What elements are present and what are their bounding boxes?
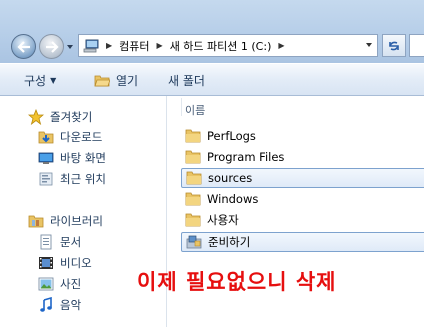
breadcrumb-separator-icon[interactable]: ▶ bbox=[278, 41, 284, 50]
computer-icon bbox=[83, 39, 99, 52]
breadcrumb-separator-icon[interactable]: ▶ bbox=[157, 41, 163, 50]
file-row-setup[interactable]: 준비하기 bbox=[181, 232, 424, 252]
nav-item-desktop[interactable]: 바탕 화면 bbox=[38, 150, 106, 166]
nav-item-label: 비디오 bbox=[60, 256, 92, 270]
music-icon bbox=[38, 297, 54, 313]
folder-icon bbox=[185, 213, 201, 227]
nav-item-label: 다운로드 bbox=[60, 130, 103, 144]
arrow-left-icon bbox=[16, 40, 30, 53]
annotation-text: 이제 필요없으니 삭제 bbox=[137, 270, 337, 294]
folder-icon bbox=[185, 150, 201, 164]
file-row-windows[interactable]: Windows bbox=[181, 189, 424, 209]
nav-item-label: 바탕 화면 bbox=[60, 151, 106, 165]
search-input[interactable] bbox=[409, 34, 424, 57]
nav-item-recent-places[interactable]: 최근 위치 bbox=[38, 171, 106, 187]
documents-icon bbox=[38, 234, 54, 250]
library-icon bbox=[28, 213, 44, 229]
recent-places-icon bbox=[38, 171, 54, 187]
nav-favorites[interactable]: 즐겨찾기 bbox=[28, 109, 92, 125]
open-label: 열기 bbox=[116, 74, 139, 88]
nav-libraries-label: 라이브러리 bbox=[50, 214, 103, 228]
file-name: 준비하기 bbox=[208, 235, 251, 249]
file-name: Windows bbox=[207, 192, 259, 206]
new-folder-label: 새 폴더 bbox=[168, 74, 205, 88]
nav-item-label: 문서 bbox=[60, 235, 82, 249]
chevron-down-icon: ▼ bbox=[50, 76, 57, 85]
command-toolbar: 구성 ▼ 열기 새 폴더 bbox=[0, 63, 424, 96]
refresh-icon bbox=[389, 41, 399, 50]
nav-item-documents[interactable]: 문서 bbox=[38, 234, 81, 250]
open-button[interactable]: 열기 bbox=[94, 72, 138, 89]
videos-icon bbox=[38, 255, 54, 271]
forward-button[interactable] bbox=[39, 34, 64, 59]
breadcrumb-drive-c[interactable]: 새 하드 파티션 1 (C:) bbox=[170, 38, 272, 54]
nav-item-pictures[interactable]: 사진 bbox=[38, 276, 81, 292]
nav-libraries[interactable]: 라이브러리 bbox=[28, 213, 103, 229]
nav-item-label: 최근 위치 bbox=[60, 172, 106, 186]
column-header-name[interactable]: 이름 bbox=[185, 102, 205, 118]
folder-icon bbox=[186, 171, 202, 185]
file-row-users[interactable]: 사용자 bbox=[181, 210, 424, 230]
folder-icon bbox=[185, 129, 201, 143]
nav-item-videos[interactable]: 비디오 bbox=[38, 255, 92, 271]
nav-item-downloads[interactable]: 다운로드 bbox=[38, 129, 102, 145]
file-name: PerfLogs bbox=[207, 129, 256, 143]
file-name: sources bbox=[208, 171, 253, 185]
downloads-folder-icon bbox=[38, 129, 54, 145]
open-folder-icon bbox=[94, 75, 110, 87]
breadcrumb-computer[interactable]: 컴퓨터 bbox=[119, 38, 149, 54]
address-field[interactable]: ▶ 컴퓨터 ▶ 새 하드 파티션 1 (C:) ▶ bbox=[78, 34, 378, 57]
folder-icon bbox=[185, 192, 201, 206]
setup-folder-icon bbox=[186, 235, 202, 249]
desktop-icon bbox=[38, 150, 54, 166]
breadcrumb-separator-icon[interactable]: ▶ bbox=[106, 41, 112, 50]
file-row-perflogs[interactable]: PerfLogs bbox=[181, 126, 424, 146]
new-folder-button[interactable]: 새 폴더 bbox=[168, 72, 205, 89]
refresh-button[interactable] bbox=[382, 34, 406, 57]
star-icon bbox=[28, 109, 44, 125]
nav-item-label: 사진 bbox=[60, 277, 82, 291]
back-button[interactable] bbox=[11, 34, 36, 59]
pictures-icon bbox=[38, 276, 54, 292]
file-row-sources[interactable]: sources bbox=[181, 168, 424, 188]
arrow-right-icon bbox=[45, 40, 59, 53]
file-name: Program Files bbox=[207, 150, 285, 164]
file-row-program-files[interactable]: Program Files bbox=[181, 147, 424, 167]
organize-button[interactable]: 구성 ▼ bbox=[24, 72, 56, 89]
column-divider bbox=[181, 98, 182, 116]
address-bar-strip: ▶ 컴퓨터 ▶ 새 하드 파티션 1 (C:) ▶ bbox=[0, 0, 424, 63]
nav-item-music[interactable]: 음악 bbox=[38, 297, 81, 313]
recent-pages-dropdown-icon[interactable] bbox=[66, 43, 74, 51]
nav-favorites-label: 즐겨찾기 bbox=[50, 110, 93, 124]
file-name: 사용자 bbox=[207, 213, 239, 227]
nav-item-label: 음악 bbox=[60, 298, 82, 312]
organize-label: 구성 bbox=[24, 74, 47, 88]
address-history-dropdown-icon[interactable] bbox=[365, 41, 373, 49]
